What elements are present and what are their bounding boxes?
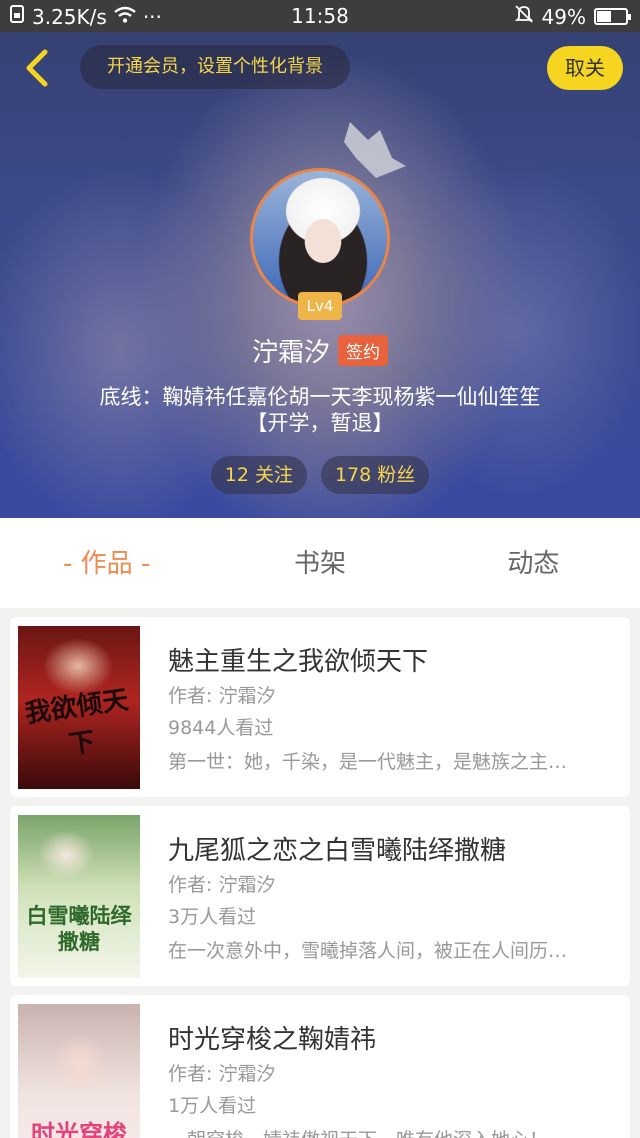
bio-line-1: 底线：鞠婧祎任嘉伦胡一天李现杨紫一仙仙笙笙 xyxy=(99,385,541,409)
battery-percent: 49% xyxy=(541,4,586,29)
profile-header: 3.25K/s ··· 11:58 49% 开通会员，设置个性化背景 取关 Lv… xyxy=(0,0,640,518)
book-views: 1万人看过 xyxy=(168,1095,257,1117)
book-description: 一朝穿梭，婧祎傲视天下，唯有他深入她心！… xyxy=(168,1125,613,1138)
level-badge: Lv4 xyxy=(298,292,342,320)
book-description: 第一世：她，千染，是一代魅主，是魅族之主… xyxy=(168,751,568,773)
book-cover[interactable]: 白雪曦陆绎撒糖 xyxy=(18,815,140,978)
battery-fill xyxy=(597,11,611,22)
status-bar: 3.25K/s ··· 11:58 49% xyxy=(0,0,640,32)
tab-works[interactable]: - 作品 - xyxy=(0,518,213,608)
tab-activity[interactable]: 动态 xyxy=(427,518,640,608)
book-card[interactable]: 我欲倾天下 魅主重生之我欲倾天下 作者: 泞霜汐 9844人看过 第一世：她，千… xyxy=(10,617,630,797)
following-button[interactable]: 12 关注 xyxy=(210,456,307,494)
book-cover[interactable]: 我欲倾天下 xyxy=(18,626,140,789)
book-author: 作者: 泞霜汐 xyxy=(168,1063,276,1085)
tab-bookshelf[interactable]: 书架 xyxy=(213,518,426,608)
book-card[interactable]: 白雪曦陆绎撒糖 九尾狐之恋之白雪曦陆绎撒糖 作者: 泞霜汐 3万人看过 在一次意… xyxy=(10,806,630,986)
battery-icon xyxy=(594,8,631,25)
bio-line-2: 【开学，暂退】 xyxy=(246,411,394,435)
followers-button[interactable]: 178 粉丝 xyxy=(320,456,430,494)
book-cover[interactable]: 时光穿梭 xyxy=(18,1004,140,1138)
status-right: 49% xyxy=(514,4,631,29)
book-cover-title: 白雪曦陆绎撒糖 xyxy=(26,903,132,954)
name-row: 泞霜汐 签约 xyxy=(0,330,640,370)
book-cover-title: 我欲倾天下 xyxy=(23,685,131,761)
profile-stats: 12 关注 178 粉丝 xyxy=(0,456,640,494)
book-title: 魅主重生之我欲倾天下 xyxy=(168,647,429,677)
profile-bio: 底线：鞠婧祎任嘉伦胡一天李现杨紫一仙仙笙笙 【开学，暂退】 xyxy=(60,384,580,436)
signed-badge: 签约 xyxy=(338,334,388,366)
book-title: 九尾狐之恋之白雪曦陆绎撒糖 xyxy=(168,836,507,866)
back-button[interactable] xyxy=(14,46,58,90)
book-author: 作者: 泞霜汐 xyxy=(168,685,276,707)
book-views: 3万人看过 xyxy=(168,906,257,928)
book-description: 在一次意外中，雪曦掉落人间，被正在人间历… xyxy=(168,940,568,962)
profile-tabs: - 作品 - 书架 动态 xyxy=(0,518,640,608)
chevron-left-icon xyxy=(26,49,48,87)
book-views: 9844人看过 xyxy=(168,717,274,739)
book-card[interactable]: 时光穿梭 时光穿梭之鞠婧祎 作者: 泞霜汐 1万人看过 一朝穿梭，婧祎傲视天下，… xyxy=(10,995,630,1138)
unfollow-button[interactable]: 取关 xyxy=(547,46,623,90)
book-title: 时光穿梭之鞠婧祎 xyxy=(168,1025,377,1055)
book-author: 作者: 泞霜汐 xyxy=(168,874,276,896)
book-cover-title: 时光穿梭 xyxy=(31,1119,127,1138)
vip-background-banner[interactable]: 开通会员，设置个性化背景 xyxy=(80,45,350,89)
mute-bell-icon xyxy=(514,4,534,29)
username: 泞霜汐 xyxy=(251,337,330,368)
avatar[interactable] xyxy=(250,168,390,308)
